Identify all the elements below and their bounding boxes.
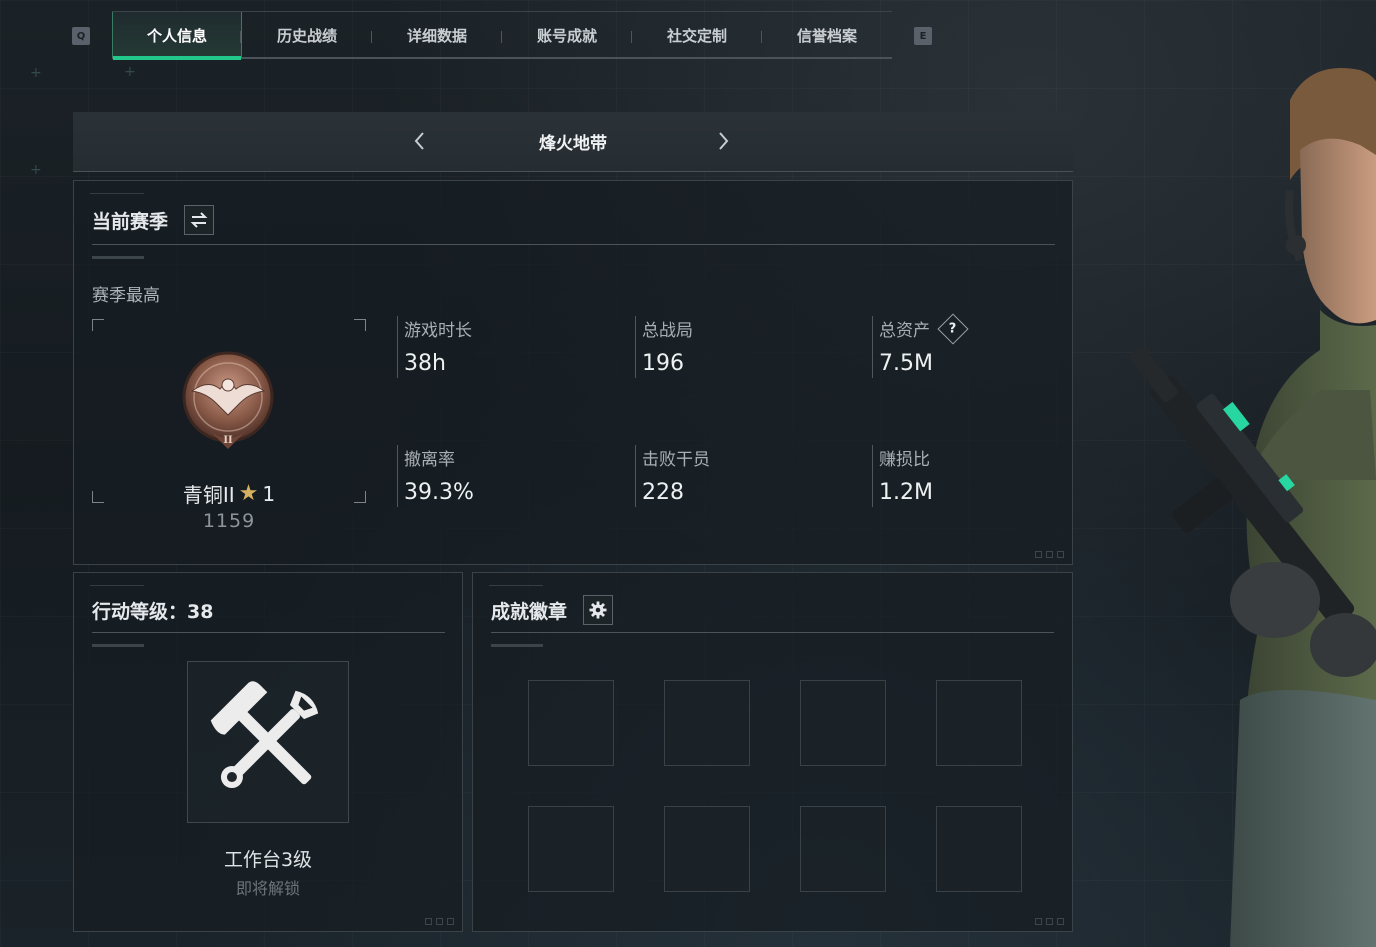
divider xyxy=(92,632,445,633)
frame-corner xyxy=(92,319,104,331)
next-tab-key-hint[interactable]: E xyxy=(914,27,932,45)
panel-tag xyxy=(90,585,144,589)
badge-slot[interactable] xyxy=(936,806,1022,892)
stat-value: 39.3% xyxy=(404,480,474,505)
stat-label: 总资产 ? xyxy=(879,312,969,345)
stat-operators-defeated: 击败干员 228 xyxy=(635,445,710,507)
rank-score: 1159 xyxy=(202,510,256,532)
stat-value: 228 xyxy=(642,480,684,505)
svg-text:II: II xyxy=(223,435,233,446)
panel-header: 行动等级：38 xyxy=(92,597,213,624)
decorative-cross: + xyxy=(30,65,42,81)
stat-profit-loss-ratio: 赚损比 1.2M xyxy=(872,445,933,507)
panel-tag xyxy=(90,193,144,197)
eagle-bronze-badge-icon: II xyxy=(180,349,276,453)
rank-card: II 青铜II ★ 1 1159 xyxy=(92,319,366,532)
mode-title: 烽火地带 xyxy=(539,134,607,154)
star-icon: ★ xyxy=(238,481,259,506)
decorative-bar xyxy=(92,644,144,647)
divider xyxy=(491,632,1054,633)
tab-social-customization[interactable]: 社交定制 xyxy=(632,12,762,58)
decorative-cross: + xyxy=(30,162,42,178)
stat-value: 7.5M xyxy=(879,351,933,376)
tab-label: 账号成就 xyxy=(536,26,597,45)
chevron-left-icon[interactable] xyxy=(413,130,425,158)
decorative-bar xyxy=(92,256,144,259)
season-best-label: 赛季最高 xyxy=(92,286,160,306)
corner-decoration xyxy=(1035,551,1064,558)
chevron-right-icon[interactable] xyxy=(718,130,730,158)
panel-header: 成就徽章 xyxy=(491,595,614,625)
badge-slot[interactable] xyxy=(664,680,750,766)
stat-value: 38h xyxy=(404,351,446,376)
divider xyxy=(92,244,1055,245)
badge-slot[interactable] xyxy=(800,680,886,766)
tab-label: 历史战绩 xyxy=(276,26,337,45)
achievements-title: 成就徽章 xyxy=(491,600,568,623)
stat-total-assets: 总资产 ? 7.5M xyxy=(872,312,969,378)
unlock-item-frame[interactable] xyxy=(187,661,349,823)
stat-label: 撤离率 xyxy=(404,450,455,470)
unlock-item-name: 工作台3级 xyxy=(223,849,313,871)
badge-slot[interactable] xyxy=(528,680,614,766)
achievement-badges-panel: 成就徽章 xyxy=(472,572,1073,932)
tab-label: 信誉档案 xyxy=(796,26,857,45)
stat-value: 196 xyxy=(642,351,684,376)
badge-slot[interactable] xyxy=(664,806,750,892)
corner-decoration xyxy=(1035,918,1064,925)
stat-label-text: 总资产 xyxy=(879,321,930,341)
panel-tag xyxy=(489,585,543,589)
frame-corner xyxy=(354,319,366,331)
tab-credit-record[interactable]: 信誉档案 xyxy=(762,12,892,58)
operator-character-portrait xyxy=(1110,60,1376,947)
current-season-panel: 当前赛季 赛季最高 II 青铜II ★ 1 1159 游戏时长 38h 总战局 … xyxy=(73,180,1073,565)
help-icon[interactable]: ? xyxy=(937,312,969,345)
corner-decoration xyxy=(425,918,454,925)
mode-selector: 烽火地带 xyxy=(73,112,1073,172)
stat-label: 游戏时长 xyxy=(404,321,472,341)
prev-tab-key-hint[interactable]: Q xyxy=(72,27,90,45)
stat-total-matches: 总战局 196 xyxy=(635,316,693,378)
tab-label: 详细数据 xyxy=(406,26,467,45)
decorative-bar xyxy=(491,644,543,647)
tab-bar: 个人信息 历史战绩 详细数据 账号成就 社交定制 信誉档案 xyxy=(112,11,892,60)
season-title: 当前赛季 xyxy=(92,210,169,233)
rank-stars: 1 xyxy=(262,481,276,506)
stat-label: 击败干员 xyxy=(642,450,710,470)
badge-slot[interactable] xyxy=(800,806,886,892)
tab-detailed-data[interactable]: 详细数据 xyxy=(372,12,502,58)
tab-match-history[interactable]: 历史战绩 xyxy=(242,12,372,58)
swap-icon[interactable] xyxy=(184,205,215,235)
unlock-item-status: 即将解锁 xyxy=(235,879,300,898)
badge-slot[interactable] xyxy=(936,680,1022,766)
tab-personal-info[interactable]: 个人信息 xyxy=(112,12,242,60)
stat-label: 赚损比 xyxy=(879,450,930,470)
rank-name: 青铜II ★ 1 xyxy=(92,479,366,508)
tab-label: 社交定制 xyxy=(666,26,727,45)
help-glyph: ? xyxy=(949,320,957,336)
stat-label: 总战局 xyxy=(642,321,693,341)
action-level-panel: 行动等级：38 工作台3级 即将解锁 xyxy=(73,572,463,932)
badge-slot[interactable] xyxy=(528,806,614,892)
gear-icon[interactable] xyxy=(583,595,614,625)
decorative-cross: + xyxy=(124,64,136,80)
stat-value: 1.2M xyxy=(879,480,933,505)
action-level-title: 行动等级：38 xyxy=(92,601,214,623)
stat-extraction-rate: 撤离率 39.3% xyxy=(397,445,474,507)
stat-play-time: 游戏时长 38h xyxy=(397,316,472,378)
rank-title: 青铜II xyxy=(182,483,235,507)
tab-account-achievements[interactable]: 账号成就 xyxy=(502,12,632,58)
panel-header: 当前赛季 xyxy=(92,205,215,235)
hammer-wrench-icon xyxy=(198,678,338,808)
tab-label: 个人信息 xyxy=(146,26,207,45)
